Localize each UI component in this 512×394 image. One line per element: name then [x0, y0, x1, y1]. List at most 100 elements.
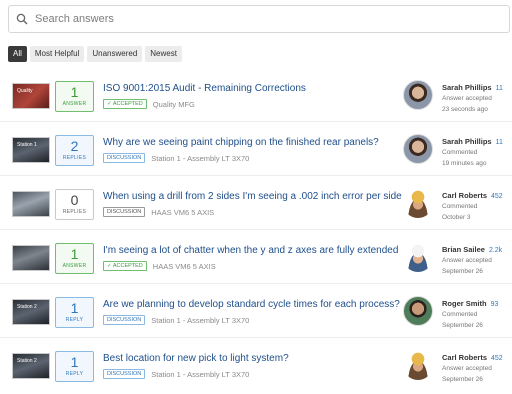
- user-info: Carl Roberts 452 Commented October 3: [442, 191, 503, 222]
- avatar[interactable]: [403, 134, 433, 164]
- activity-time: September 26: [442, 268, 483, 275]
- reply-count: 2 REPLIES: [55, 135, 94, 166]
- status-badge: DISCUSSION: [103, 315, 146, 325]
- search-icon: [9, 13, 35, 25]
- activity-type: Answer accepted: [442, 257, 492, 264]
- activity-time: September 26: [442, 322, 483, 329]
- thumbnail-label: Station 1: [17, 142, 37, 148]
- question-meta: DISCUSSION Station 1 - Assembly LT 3X70: [103, 369, 249, 379]
- count-number: 2: [70, 138, 79, 154]
- count-number: 1: [70, 246, 79, 262]
- question-thumbnail: Station 1: [12, 137, 50, 163]
- question-space[interactable]: Quality MFG: [153, 100, 195, 109]
- status-badge: ✓ ACCEPTED: [103, 99, 147, 109]
- activity-type: Commented: [442, 311, 478, 318]
- question-title-link[interactable]: Best location for new pick to light syst…: [103, 353, 289, 364]
- question-meta: ✓ ACCEPTED Quality MFG: [103, 99, 195, 109]
- question-title-link[interactable]: When using a drill from 2 sides I'm seei…: [103, 191, 402, 202]
- question-thumbnail: Station 2: [12, 353, 50, 379]
- activity-time: 19 minutes ago: [442, 160, 487, 167]
- question-space[interactable]: HAAS VM6 5 AXIS: [151, 208, 214, 217]
- activity-type: Answer accepted: [442, 365, 492, 372]
- user-name-link[interactable]: Brian Sailee: [442, 245, 485, 254]
- activity-time: September 26: [442, 376, 483, 383]
- reply-count: 1 REPLY: [55, 351, 94, 382]
- question-title-link[interactable]: Are we planning to develop standard cycl…: [103, 299, 400, 310]
- thumbnail-label: Station 2: [17, 304, 37, 310]
- question-space[interactable]: Station 1 - Assembly LT 3X70: [151, 154, 249, 163]
- filter-most-helpful[interactable]: Most Helpful: [29, 46, 85, 62]
- user-info: Roger Smith 93 Commented September 26: [442, 299, 498, 330]
- thumbnail-label: Station 2: [17, 358, 37, 364]
- avatar[interactable]: [403, 242, 433, 272]
- search-bar[interactable]: [8, 5, 510, 33]
- question-row[interactable]: Station 2 1 REPLY Best location for new …: [0, 340, 512, 392]
- reply-count: 0 REPLIES: [55, 189, 94, 220]
- thumbnail-label: Quality: [17, 88, 33, 94]
- count-number: 0: [70, 192, 79, 208]
- activity-type: Answer accepted: [442, 95, 492, 102]
- count-number: 1: [70, 84, 79, 100]
- question-meta: DISCUSSION Station 1 - Assembly LT 3X70: [103, 153, 249, 163]
- avatar[interactable]: [403, 188, 433, 218]
- user-info: Sarah Phillips 11 Answer accepted 23 seco…: [442, 83, 503, 114]
- reply-count: 1 REPLY: [55, 297, 94, 328]
- avatar[interactable]: [403, 80, 433, 110]
- answer-count: 1 ANSWER: [55, 81, 94, 112]
- count-label: REPLIES: [62, 155, 87, 161]
- status-badge: DISCUSSION: [103, 369, 146, 379]
- status-badge: DISCUSSION: [103, 207, 146, 217]
- question-thumbnail: Station 2: [12, 299, 50, 325]
- user-reputation: 2.2k: [488, 247, 503, 254]
- avatar[interactable]: [403, 350, 433, 380]
- user-name-link[interactable]: Sarah Phillips: [442, 83, 492, 92]
- question-title-link[interactable]: I'm seeing a lot of chatter when the y a…: [103, 245, 398, 256]
- question-space[interactable]: Station 1 - Assembly LT 3X70: [151, 316, 249, 325]
- user-reputation: 452: [491, 355, 503, 362]
- filter-tabs: All Most Helpful Unanswered Newest: [8, 46, 182, 62]
- answer-count: 1 ANSWER: [55, 243, 94, 274]
- question-meta: DISCUSSION Station 1 - Assembly LT 3X70: [103, 315, 249, 325]
- filter-newest[interactable]: Newest: [145, 46, 182, 62]
- question-thumbnail: [12, 191, 50, 217]
- activity-type: Commented: [442, 149, 478, 156]
- user-reputation: 452: [491, 193, 503, 200]
- activity-time: October 3: [442, 214, 471, 221]
- question-row[interactable]: 1 ANSWER I'm seeing a lot of chatter whe…: [0, 232, 512, 284]
- count-label: ANSWER: [62, 101, 87, 107]
- user-name-link[interactable]: Carl Roberts: [442, 353, 487, 362]
- activity-type: Commented: [442, 203, 478, 210]
- count-label: REPLY: [65, 371, 84, 377]
- user-info: Sarah Phillips 11 Commented 19 minutes ag…: [442, 137, 503, 168]
- user-name-link[interactable]: Carl Roberts: [442, 191, 487, 200]
- question-row[interactable]: Station 2 1 REPLY Are we planning to dev…: [0, 286, 512, 338]
- question-row[interactable]: Quality 1 ANSWER ISO 9001:2015 Audit - R…: [0, 70, 512, 122]
- user-name-link[interactable]: Roger Smith: [442, 299, 487, 308]
- activity-time: 23 seconds ago: [442, 106, 488, 113]
- count-label: REPLIES: [62, 209, 87, 215]
- user-reputation: 11: [495, 85, 503, 92]
- question-row[interactable]: Station 1 2 REPLIES Why are we seeing pa…: [0, 124, 512, 176]
- count-label: ANSWER: [62, 263, 87, 269]
- status-badge: DISCUSSION: [103, 153, 146, 163]
- question-title-link[interactable]: Why are we seeing paint chipping on the …: [103, 137, 379, 148]
- count-number: 1: [70, 354, 79, 370]
- user-info: Brian Sailee 2.2k Answer accepted Septemb…: [442, 245, 502, 276]
- user-reputation: 11: [495, 139, 503, 146]
- question-row[interactable]: 0 REPLIES When using a drill from 2 side…: [0, 178, 512, 230]
- filter-unanswered[interactable]: Unanswered: [87, 46, 143, 62]
- question-thumbnail: [12, 245, 50, 271]
- question-meta: DISCUSSION HAAS VM6 5 AXIS: [103, 207, 214, 217]
- status-badge: ✓ ACCEPTED: [103, 261, 147, 271]
- search-input[interactable]: [35, 13, 475, 25]
- question-thumbnail: Quality: [12, 83, 50, 109]
- question-title-link[interactable]: ISO 9001:2015 Audit - Remaining Correcti…: [103, 83, 306, 94]
- question-space[interactable]: HAAS VM6 5 AXIS: [153, 262, 216, 271]
- avatar[interactable]: [403, 296, 433, 326]
- user-reputation: 93: [490, 301, 499, 308]
- count-number: 1: [70, 300, 79, 316]
- question-space[interactable]: Station 1 - Assembly LT 3X70: [151, 370, 249, 379]
- filter-all[interactable]: All: [8, 46, 27, 62]
- user-name-link[interactable]: Sarah Phillips: [442, 137, 492, 146]
- count-label: REPLY: [65, 317, 84, 323]
